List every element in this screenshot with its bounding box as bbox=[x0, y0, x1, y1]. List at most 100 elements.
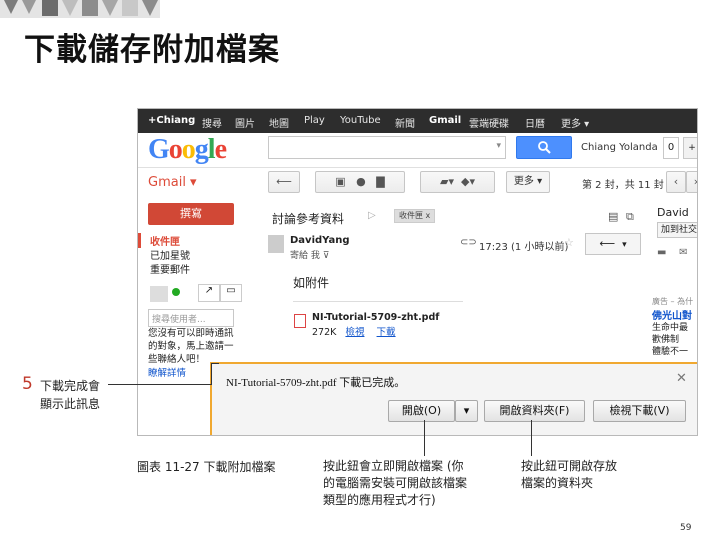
callout-line: 顯示此訊息 bbox=[40, 397, 101, 411]
next-arrow-icon[interactable]: › bbox=[686, 171, 697, 193]
callout-leader-line bbox=[211, 363, 219, 364]
google-bar-item[interactable]: Play bbox=[304, 115, 325, 126]
divider bbox=[138, 167, 697, 168]
user-name[interactable]: Chiang Yolanda bbox=[581, 142, 658, 153]
search-button[interactable] bbox=[516, 136, 572, 159]
status-dot-icon[interactable] bbox=[172, 288, 180, 296]
callout-line: 下載完成會 bbox=[40, 379, 101, 393]
ad-line: 生命中最 bbox=[652, 323, 689, 333]
action-button-group[interactable]: ▣ ● ▇ bbox=[315, 171, 405, 193]
chat-icon[interactable]: ▬ bbox=[657, 247, 666, 258]
contact-actions: ▬ ✉ bbox=[657, 247, 688, 258]
google-logo[interactable]: Google bbox=[148, 134, 227, 166]
print-icon[interactable]: ▤ bbox=[608, 210, 618, 223]
google-bar-item[interactable]: 雲端硬碟 bbox=[469, 115, 509, 130]
more-button[interactable]: 更多 ▾ bbox=[506, 171, 550, 193]
note-line: 按此鈕可開啟存放 bbox=[521, 459, 618, 473]
ad-line: 歡佛制 bbox=[652, 335, 680, 345]
view-link[interactable]: 檢視 bbox=[345, 327, 364, 338]
label-icon[interactable]: ▷ bbox=[368, 210, 376, 221]
google-bar-item[interactable]: 搜尋 bbox=[202, 115, 222, 130]
decorative-triangles bbox=[0, 0, 160, 18]
delete-icon[interactable]: ▇ bbox=[376, 175, 384, 188]
google-bar-item[interactable]: 日曆 bbox=[525, 115, 545, 130]
sidebar-item-important[interactable]: 重要郵件 bbox=[138, 261, 264, 276]
mail-icon[interactable]: ✉ bbox=[679, 247, 687, 258]
gmail-screenshot: +Chiang 搜尋 圖片 地圖 Play YouTube 新聞 Gmail 雲… bbox=[137, 108, 698, 436]
chevron-down-icon[interactable]: ▾ bbox=[496, 141, 501, 151]
download-link[interactable]: 下載 bbox=[377, 327, 396, 338]
reply-icon: ⟵ bbox=[599, 237, 616, 250]
sidebar-item-inbox[interactable]: 收件匣 bbox=[138, 233, 264, 248]
open-button[interactable]: 開啟(O) bbox=[388, 400, 455, 422]
logo-letter: o bbox=[168, 134, 183, 165]
chevron-down-icon: ▾ bbox=[622, 240, 627, 250]
archive-icon[interactable]: ▣ bbox=[335, 175, 345, 188]
callout-leader-line bbox=[108, 384, 211, 385]
open-button-note: 按此鈕會立即開啟檔案 (你 的電腦需安裝可開啟該檔案 類型的應用程式才行) bbox=[323, 458, 467, 509]
attachment-clip-icon: ⊂⊃ bbox=[460, 237, 477, 248]
google-bar-item[interactable]: 地圖 bbox=[269, 115, 289, 130]
logo-letter: G bbox=[148, 134, 170, 165]
learn-more-link[interactable]: 瞭解詳情 bbox=[148, 365, 186, 379]
google-bar-item-gmail[interactable]: Gmail bbox=[429, 115, 461, 126]
callout-text: 下載完成會 顯示此訊息 bbox=[40, 377, 100, 413]
page-number: 59 bbox=[680, 523, 692, 533]
logo-letter: g bbox=[194, 134, 209, 165]
notification-count[interactable]: 0 bbox=[663, 137, 679, 159]
phone-icon[interactable]: ↗ bbox=[198, 284, 220, 302]
email-timestamp: 17:23 (1 小時以前) bbox=[479, 242, 569, 253]
open-folder-note: 按此鈕可開啟存放 檔案的資料夾 bbox=[521, 458, 617, 492]
note-line: 按此鈕會立即開啟檔案 (你 bbox=[323, 459, 464, 473]
attachment-name[interactable]: NI-Tutorial-5709-zht.pdf bbox=[312, 312, 439, 323]
star-icon[interactable]: ☆ bbox=[564, 236, 574, 249]
page-title: 下載儲存附加檔案 bbox=[24, 32, 280, 68]
contact-name[interactable]: David bbox=[657, 206, 689, 219]
google-bar-item[interactable]: 圖片 bbox=[235, 115, 255, 130]
view-downloads-button[interactable]: 檢視下載(V) bbox=[593, 400, 686, 422]
sidebar-item-starred[interactable]: 已加星號 bbox=[138, 247, 264, 262]
attachment-meta: 272K 檢視 下載 bbox=[312, 324, 396, 338]
google-bar-item[interactable]: +Chiang bbox=[148, 115, 195, 126]
prev-arrow-icon[interactable]: ‹ bbox=[666, 171, 686, 193]
new-window-icon[interactable]: ⧉ bbox=[626, 210, 634, 224]
attachment-size: 272K bbox=[312, 327, 337, 338]
chat-search-input[interactable]: 搜尋使用者... bbox=[148, 309, 234, 327]
recipient-line[interactable]: 寄給 我 ⊽ bbox=[290, 248, 329, 261]
back-button[interactable]: ⟵ bbox=[268, 171, 300, 193]
search-input[interactable]: ▾ bbox=[268, 136, 506, 159]
compose-button[interactable]: 撰寫 bbox=[148, 203, 234, 225]
ad-text: 生命中最 歡佛制 體驗不一 bbox=[652, 322, 697, 358]
download-message: NI-Tutorial-5709-zht.pdf 下載已完成。 bbox=[226, 377, 406, 389]
spam-icon[interactable]: ● bbox=[356, 175, 366, 188]
add-to-circles-button[interactable]: 加到社交圈 bbox=[657, 222, 697, 238]
note-line: 檔案的資料夾 bbox=[521, 476, 594, 490]
avatar[interactable] bbox=[150, 286, 168, 302]
search-icon bbox=[538, 141, 551, 154]
close-icon[interactable]: ✕ bbox=[676, 371, 687, 386]
label-icon[interactable]: ◆▾ bbox=[461, 175, 475, 188]
google-bar-item[interactable]: YouTube bbox=[340, 115, 381, 126]
open-options-dropdown[interactable]: ▾ bbox=[455, 400, 478, 422]
folder-label-group[interactable]: ▰▾ ◆▾ bbox=[420, 171, 495, 193]
sender-name[interactable]: DavidYang bbox=[290, 235, 350, 246]
email-subject: 討論參考資料 bbox=[272, 212, 345, 226]
share-button[interactable]: + bbox=[683, 137, 697, 159]
ad-title[interactable]: 佛光山對 bbox=[652, 307, 692, 322]
note-line: 的電腦需安裝可開啟該檔案 bbox=[323, 476, 468, 490]
email-body: 如附件 bbox=[293, 276, 330, 290]
sender-avatar bbox=[268, 235, 284, 253]
google-bar-item[interactable]: 新聞 bbox=[395, 115, 415, 130]
google-bar-item[interactable]: 更多 ▾ bbox=[561, 115, 589, 130]
logo-letter: o bbox=[181, 134, 196, 165]
folder-icon[interactable]: ▰▾ bbox=[440, 175, 454, 188]
open-folder-button[interactable]: 開啟資料夾(F) bbox=[484, 400, 585, 422]
reply-button[interactable]: ⟵ ▾ bbox=[585, 233, 641, 255]
pagination: 第 2 封，共 11 封 bbox=[582, 180, 664, 191]
gmail-menu[interactable]: Gmail ▾ bbox=[148, 175, 197, 190]
inbox-label-tag[interactable]: 收件匣 x bbox=[394, 209, 436, 223]
logo-letter: l bbox=[207, 134, 216, 165]
ad-line: 體驗不一 bbox=[652, 347, 689, 357]
chat-icon[interactable]: ▭ bbox=[220, 284, 242, 302]
logo-letter: e bbox=[214, 134, 227, 165]
